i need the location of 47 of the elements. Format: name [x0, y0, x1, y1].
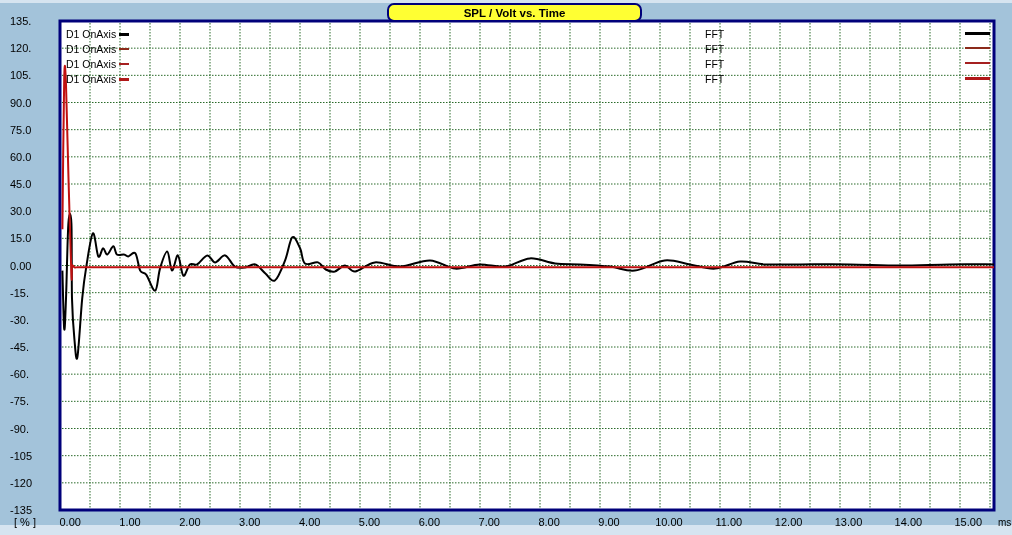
- y-tick-label: -105: [10, 449, 33, 462]
- x-tick-label: 14.00: [894, 516, 923, 528]
- legend-label: FFT: [705, 58, 725, 70]
- y-tick-label: 90.0: [10, 96, 32, 109]
- legend-label: FFT: [705, 43, 725, 55]
- y-unit-label: [ % ]: [14, 516, 36, 528]
- x-tick-label: 11.00: [715, 516, 743, 528]
- y-tick-label: -60.: [10, 368, 29, 381]
- x-tick-label: 2.00: [179, 516, 201, 528]
- x-tick-label: 0.00: [59, 516, 81, 528]
- chart-title: SPL / Volt vs. Time: [387, 3, 642, 22]
- y-tick-label: 45.0: [10, 178, 32, 190]
- x-unit-label: ms: [998, 517, 1012, 528]
- x-tick-label: 5.00: [358, 516, 381, 528]
- x-tick-label: 12.00: [774, 516, 803, 528]
- y-tick-label: -15.: [10, 286, 29, 299]
- y-tick-label: 0.00: [10, 259, 32, 272]
- legend-label: D1 OnAxis: [66, 58, 117, 70]
- y-tick-label: 30.0: [10, 205, 32, 218]
- y-tick-label: -45.: [10, 341, 29, 353]
- y-tick-label: 15.0: [10, 232, 32, 245]
- x-tick-label: 3.00: [239, 516, 261, 528]
- x-tick-label: 8.00: [538, 516, 560, 528]
- x-tick-label: 9.00: [598, 516, 620, 528]
- x-tick-label: 15.00: [954, 516, 982, 528]
- legend-label: D1 OnAxis: [66, 73, 117, 85]
- y-tick-label: 120.: [10, 42, 32, 55]
- y-tick-label: 75.0: [10, 123, 32, 136]
- y-tick-label: -90.: [10, 422, 29, 435]
- x-tick-label: 10.00: [655, 516, 683, 528]
- legend-label: D1 OnAxis: [66, 28, 117, 40]
- chart-title: SPL / Volt vs. Time: [463, 7, 566, 19]
- legend-label: FFT: [705, 73, 725, 85]
- x-tick-label: 4.00: [298, 516, 321, 528]
- y-tick-label: -75.: [10, 395, 29, 408]
- y-tick-label: 135.: [10, 15, 32, 27]
- legend-label: D1 OnAxis: [66, 43, 117, 55]
- y-tick-label: -120: [10, 476, 33, 489]
- x-tick-label: 7.00: [478, 516, 500, 528]
- y-tick-label: 105.: [10, 69, 32, 82]
- y-tick-label: -135: [10, 504, 33, 516]
- legend-label: FFT: [705, 28, 725, 40]
- y-tick-label: -30.: [10, 313, 29, 326]
- y-tick-label: 60.0: [10, 150, 32, 163]
- x-tick-label: 13.00: [834, 516, 863, 528]
- x-tick-label: 1.00: [119, 516, 141, 528]
- x-tick-label: 6.00: [418, 516, 441, 528]
